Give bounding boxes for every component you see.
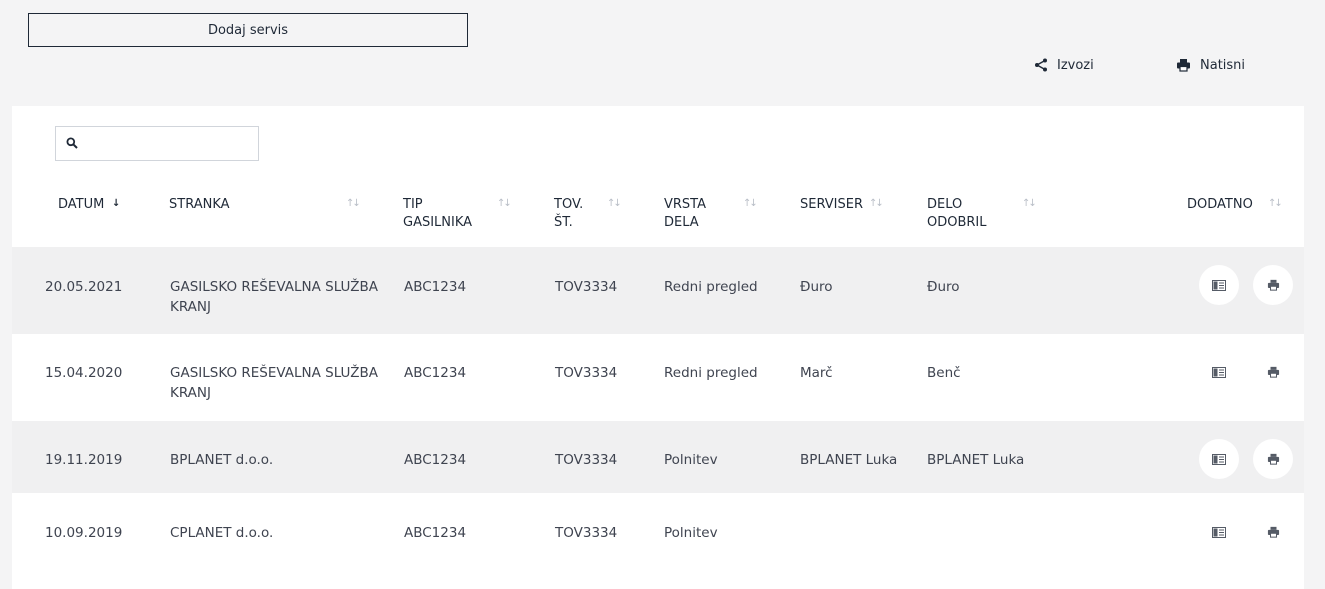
details-button[interactable] — [1199, 352, 1239, 392]
table-row[interactable]: 15.04.2020 GASILSKO REŠEVALNA SLUŽBA KRA… — [12, 334, 1304, 421]
sort-icon[interactable]: ↑↓ — [869, 198, 884, 209]
cell-tov: TOV3334 — [555, 365, 618, 381]
cell-serviser: BPLANET Luka — [800, 452, 898, 468]
cell-vrsta: Redni pregled — [664, 365, 758, 381]
cell-odobril: Đuro — [927, 279, 960, 295]
printer-icon — [1267, 526, 1279, 538]
cell-tip: ABC1234 — [404, 452, 467, 468]
row-print-button[interactable] — [1253, 265, 1293, 305]
document-icon — [1212, 279, 1226, 291]
sort-desc-icon[interactable]: ↓ — [112, 198, 120, 209]
cell-tov: TOV3334 — [555, 279, 618, 295]
cell-tip: ABC1234 — [404, 365, 467, 381]
cell-tip: ABC1234 — [404, 525, 467, 541]
cell-datum: 10.09.2019 — [45, 525, 123, 541]
export-button[interactable]: Izvozi — [1034, 55, 1094, 75]
document-icon — [1212, 526, 1226, 538]
details-button[interactable] — [1199, 265, 1239, 305]
details-button[interactable] — [1199, 512, 1239, 552]
cell-serviser: Đuro — [800, 279, 833, 295]
document-icon — [1212, 453, 1226, 465]
row-print-button[interactable] — [1253, 352, 1293, 392]
sort-icon[interactable]: ↑↓ — [607, 198, 622, 209]
column-header-tip-gasilnika[interactable]: TIP GASILNIKA — [403, 196, 472, 232]
sort-icon[interactable]: ↑↓ — [1268, 198, 1283, 209]
cell-serviser: Marč — [800, 365, 833, 381]
sort-icon[interactable]: ↑↓ — [497, 198, 512, 209]
search-icon — [66, 134, 78, 153]
printer-icon — [1176, 58, 1191, 72]
cell-datum: 20.05.2021 — [45, 279, 123, 295]
column-header-datum[interactable]: DATUM — [58, 196, 104, 214]
search-input[interactable] — [84, 127, 258, 160]
table-row[interactable]: 19.11.2019 BPLANET d.o.o. ABC1234 TOV333… — [12, 421, 1304, 493]
services-table-panel: DATUM ↓ STRANKA ↑↓ TIP GASILNIKA ↑↓ TOV.… — [12, 106, 1304, 589]
add-service-button[interactable]: Dodaj servis — [28, 13, 468, 47]
print-label: Natisni — [1200, 57, 1246, 73]
column-header-vrsta-dela[interactable]: VRSTA DELA — [664, 196, 706, 232]
cell-vrsta: Polnitev — [664, 525, 718, 541]
column-header-stranka[interactable]: STRANKA — [169, 196, 230, 214]
table-row[interactable]: 10.09.2019 CPLANET d.o.o. ABC1234 TOV333… — [12, 493, 1304, 565]
cell-vrsta: Polnitev — [664, 452, 718, 468]
table-row[interactable]: 20.05.2021 GASILSKO REŠEVALNA SLUŽBA KRA… — [12, 247, 1304, 334]
printer-icon — [1267, 366, 1279, 378]
printer-icon — [1267, 453, 1279, 465]
cell-stranka: GASILSKO REŠEVALNA SLUŽBA KRANJ — [170, 279, 378, 315]
share-icon — [1034, 58, 1048, 72]
printer-icon — [1267, 279, 1279, 291]
row-print-button[interactable] — [1253, 439, 1293, 479]
sort-icon[interactable]: ↑↓ — [1022, 198, 1037, 209]
sort-icon[interactable]: ↑↓ — [743, 198, 758, 209]
row-print-button[interactable] — [1253, 512, 1293, 552]
cell-stranka: GASILSKO REŠEVALNA SLUŽBA KRANJ — [170, 365, 378, 401]
column-header-serviser[interactable]: SERVISER — [800, 196, 863, 214]
column-header-tov-st[interactable]: TOV. ŠT. — [554, 196, 583, 232]
cell-tov: TOV3334 — [555, 525, 618, 541]
cell-stranka: CPLANET d.o.o. — [170, 525, 274, 541]
print-button[interactable]: Natisni — [1176, 55, 1245, 75]
cell-tip: ABC1234 — [404, 279, 467, 295]
column-header-dodatno[interactable]: DODATNO — [1187, 196, 1253, 214]
document-icon — [1212, 366, 1226, 378]
cell-odobril: BPLANET Luka — [927, 452, 1025, 468]
sort-icon[interactable]: ↑↓ — [346, 198, 361, 209]
column-header-delo-odobril[interactable]: DELO ODOBRIL — [927, 196, 987, 232]
details-button[interactable] — [1199, 439, 1239, 479]
cell-tov: TOV3334 — [555, 452, 618, 468]
cell-datum: 15.04.2020 — [45, 365, 123, 381]
cell-vrsta: Redni pregled — [664, 279, 758, 295]
search-box[interactable] — [55, 126, 259, 161]
cell-datum: 19.11.2019 — [45, 452, 123, 468]
export-label: Izvozi — [1057, 57, 1094, 73]
cell-odobril: Benč — [927, 365, 961, 381]
cell-stranka: BPLANET d.o.o. — [170, 452, 274, 468]
